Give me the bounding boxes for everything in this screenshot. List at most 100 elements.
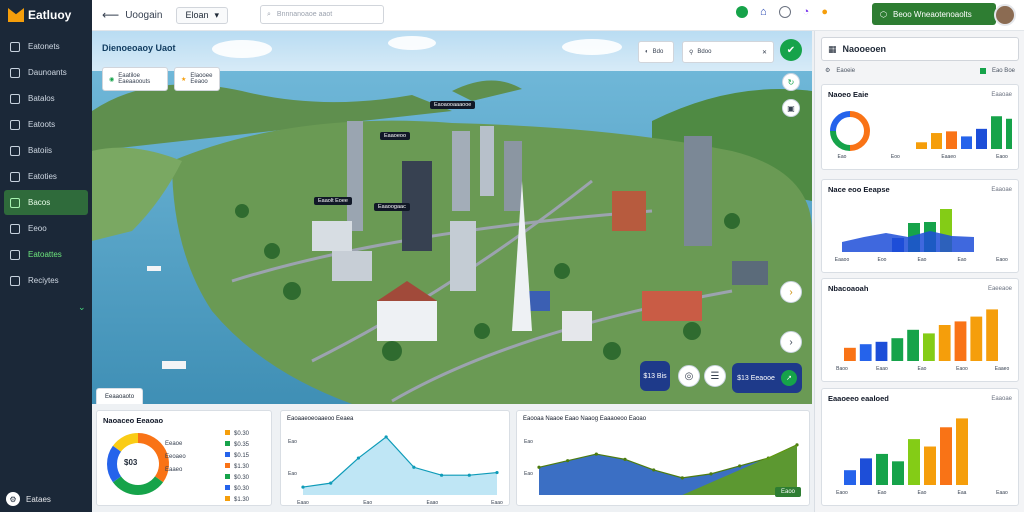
sidebar-item[interactable]: Daunoants	[4, 60, 88, 85]
panel-chart-card[interactable]: Naoeo Eaie Eaaoae Eao Eoo Eaaeo Eaoo	[821, 84, 1019, 170]
data-point	[301, 485, 305, 489]
home-icon[interactable]: ⌂	[760, 6, 767, 18]
data-point	[594, 452, 598, 456]
search-icon: ⌕	[267, 10, 271, 18]
status-icon[interactable]	[736, 6, 748, 18]
sidebar-item-label: Batalos	[28, 94, 55, 103]
tick-label: Eao	[838, 154, 847, 159]
donut-card[interactable]: Naoaceo Eeaoao $03 Eeaoe Eeoaeo Eaaeo $0.3…	[96, 410, 272, 506]
sidebar-item[interactable]: Batalos	[4, 86, 88, 111]
donut-segment	[849, 111, 870, 151]
map-label[interactable]: Eaoaooaaaooe	[430, 101, 476, 109]
tick-label: Eaoo	[996, 154, 1008, 159]
map-label[interactable]: Eaaoogaac	[374, 203, 410, 211]
sidebar-item-label: Eatonets	[28, 42, 60, 51]
layer-chip-2[interactable]: ★ Elaooee Eeaoo	[174, 67, 220, 91]
confirm-button[interactable]: ✔	[780, 39, 802, 61]
map-panel-tab[interactable]: Eeaaoaoto	[96, 388, 144, 404]
bar	[970, 316, 983, 361]
stat-badge[interactable]: $13 Bis	[640, 361, 670, 391]
panel-title: Naooeoen	[842, 44, 887, 54]
map-label[interactable]: Eaaoeoo	[380, 132, 411, 140]
donut-segment	[107, 445, 122, 483]
map-zoom-button[interactable]: ◎	[678, 365, 700, 387]
avatar[interactable]	[994, 4, 1016, 26]
location-select[interactable]: Eloan ▾	[176, 6, 229, 24]
trend-icon: ↗	[780, 370, 797, 386]
tick-label: Eaao	[297, 500, 309, 505]
bar	[961, 136, 972, 149]
panel-chart-meta: Eaaoae	[991, 92, 1012, 98]
city-map[interactable]: Dienoeoaoy Uaot ◉ Eaatiloe Eaeaaoouts ★ E…	[92, 31, 812, 404]
sidebar-item[interactable]: Reciytes	[4, 268, 88, 293]
tick-label: Eao	[918, 257, 927, 262]
sidebar-item[interactable]: Batoiis	[4, 138, 88, 163]
map-tool-2[interactable]: ⚲ Bdoo ✕	[682, 41, 774, 63]
panel-chart-meta: Eaaoae	[991, 187, 1012, 193]
tick-label: Eao	[958, 257, 967, 262]
legend-swatch	[225, 463, 230, 468]
panel-chart-card[interactable]: Nace eoo Eeapse Eaaoae Eaaoo Eoo Eao Eao Eaoo	[821, 179, 1019, 273]
sidebar-item-label: Eeoo	[28, 224, 47, 233]
info-icon[interactable]	[778, 6, 791, 18]
tick-label: Eaaoo	[835, 257, 850, 262]
panel-chart-title: Eaaoeeo eaaloed	[828, 394, 889, 403]
primary-action-button[interactable]: ⬡ Beoo Wneaotenoaolts	[872, 3, 996, 25]
map-label[interactable]: Eaaolt Eoee	[314, 197, 352, 205]
info-button[interactable]: ▣	[782, 99, 800, 117]
data-point	[709, 472, 713, 476]
map-pin-icon	[10, 93, 20, 104]
legend-value: $0.30	[225, 484, 249, 495]
tick-label: Eoo	[878, 257, 887, 262]
legend-swatch	[225, 452, 230, 457]
bar	[923, 333, 935, 361]
legend-value-text: $0.35	[234, 442, 250, 448]
tick-label: Eaoo	[836, 490, 848, 495]
sidebar-item[interactable]: Eatonets	[4, 34, 88, 59]
sidebar-item[interactable]: Eatoots	[4, 112, 88, 137]
legend-swatch	[225, 474, 230, 479]
sidebar-item-label: Eatoattes	[28, 250, 62, 259]
chevron-down-icon[interactable]: ⌄	[78, 302, 86, 313]
tick-label: Eaao	[876, 366, 888, 371]
data-point	[329, 481, 333, 485]
panel-sub-right: Eao Boe	[991, 67, 1015, 74]
alert-icon[interactable]: ●	[821, 6, 828, 18]
layers-icon	[10, 145, 20, 156]
tick-label: Eaaeo	[941, 154, 956, 159]
next-button[interactable]: ›	[780, 281, 802, 303]
panel-header[interactable]: ▦ Naooeoen	[821, 37, 1019, 61]
tick-label: Eaoo	[956, 366, 968, 371]
data-point	[537, 465, 541, 469]
next-button[interactable]: ›	[780, 331, 802, 353]
leaf-icon: ◉	[109, 76, 115, 83]
bar	[938, 325, 951, 361]
toolbar-icons: ⌂ ◔ ●	[736, 6, 828, 18]
panel-chart-card[interactable]: Eaaoeeo eaaloed Eaaoae Eaoo Eao Eao Eaa Eaao	[821, 388, 1019, 506]
area-card-1[interactable]: Eaoaaeoeoaaeoo Eeaea Eao Eao Eaao Eao Eaao Ea…	[280, 410, 510, 506]
grid-icon: ▦	[828, 43, 837, 54]
map-title: Dienoeoaoy Uaot	[102, 43, 176, 53]
back-arrow-icon[interactable]: ⟵	[102, 8, 119, 22]
sidebar-item[interactable]: Bacos	[4, 190, 88, 215]
map-mode-button[interactable]: ☰	[704, 365, 726, 387]
notifications-icon[interactable]: ◔	[803, 6, 810, 18]
donut-center-value: $03	[124, 458, 138, 467]
app-logo[interactable]: Eatluoy	[0, 0, 92, 30]
data-point	[412, 465, 416, 469]
refresh-button[interactable]: ↻	[782, 73, 800, 91]
area-card-2-badge[interactable]: Eaoo	[774, 487, 801, 497]
map-tool-1[interactable]: ◐ Bdo	[638, 41, 674, 63]
sidebar-footer[interactable]: ⚙ Eataes	[6, 492, 51, 506]
sidebar-item[interactable]: Eatoties	[4, 164, 88, 189]
map-tool-2-label: Bdoo	[697, 49, 712, 55]
tick-label: Eaao	[426, 500, 438, 505]
sidebar-item[interactable]: Eeoo	[4, 216, 88, 241]
layer-chip-1[interactable]: ◉ Eaatiloe Eaeaaoouts	[102, 67, 168, 91]
area-card-2[interactable]: Eaooaa Naaoe Eaao Naaog Eaaaoeoo Eaoao E…	[516, 410, 810, 506]
panel-chart-card[interactable]: Nbacoaoah Eaeeaoe Baoo Eaao Eao Eaoo Eaaeo	[821, 278, 1019, 382]
legend-value-text: $0.30	[234, 431, 250, 437]
sidebar-item[interactable]: Eatoattes	[4, 242, 88, 267]
stat-badge[interactable]: $13 Eeaooe ↗	[732, 363, 802, 393]
search-input[interactable]: ⌕ Bnnnanoaoe aaot	[260, 5, 384, 24]
